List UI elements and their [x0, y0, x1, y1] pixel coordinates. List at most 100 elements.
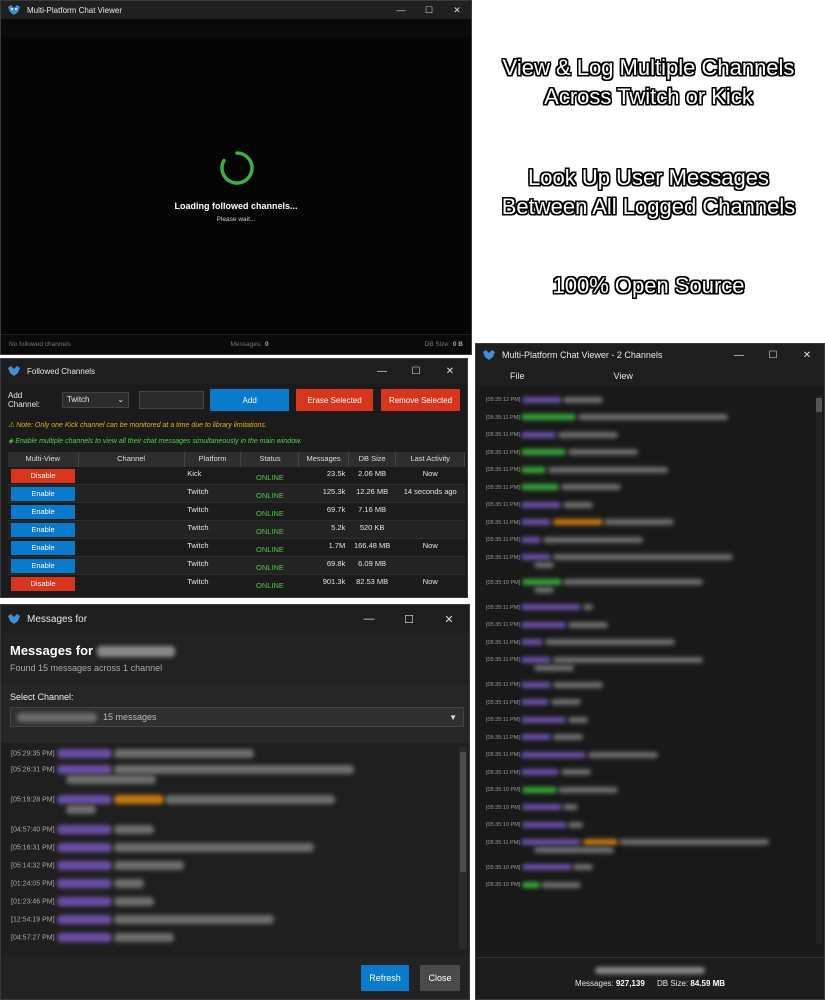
column-header[interactable]: Multi-View — [8, 452, 79, 466]
column-header[interactable]: Messages — [298, 452, 349, 466]
promo-line-5: 100% Open Source — [552, 273, 745, 298]
toggle-multi-view-button[interactable]: Enable — [11, 558, 75, 573]
redacted-username — [521, 449, 567, 456]
redacted-message — [560, 484, 621, 491]
redacted-message — [165, 795, 336, 804]
column-header[interactable]: Platform — [184, 452, 242, 466]
message-list[interactable]: [05:29:35 PM] [05:26:31 PM] [05:19:28 PM… — [1, 743, 469, 957]
status-db-label: DB Size: — [424, 341, 450, 348]
redacted-username — [56, 897, 112, 906]
toggle-multi-view-button[interactable]: Enable — [11, 504, 75, 519]
chat-line: [05:35:11 PM] — [486, 554, 806, 570]
timestamp: [05:35:11 PM] — [486, 519, 520, 526]
redacted-message — [562, 501, 593, 508]
column-header[interactable]: DB Size — [348, 452, 397, 466]
toggle-multi-view-button[interactable]: Enable — [11, 540, 75, 555]
chat-line: [05:35:10 PM] — [486, 864, 806, 872]
timestamp: [05:35:10 PM] — [486, 787, 521, 793]
status-cell: ONLINE — [240, 537, 299, 556]
redacted-message — [113, 843, 314, 852]
timestamp: [05:35:11 PM] — [486, 414, 520, 421]
loading-title: Loading followed channels... — [174, 201, 298, 211]
close-icon[interactable]: ✕ — [433, 359, 467, 383]
redacted-message — [567, 449, 638, 456]
table-row[interactable]: Disable Kick ONLINE 23.5k 2.06 MB Now — [8, 465, 465, 484]
toggle-multi-view-button[interactable]: Disable — [11, 468, 75, 483]
platform-select[interactable]: Twitch ⌄ — [61, 392, 130, 408]
chat-line: [05:35:11 PM] — [486, 466, 806, 474]
redacted-message — [534, 664, 574, 671]
messages-cell: 23.5k — [298, 465, 349, 484]
table-row[interactable]: Enable Twitch ONLINE 69.8k 6.09 MB — [8, 555, 465, 574]
redacted-message — [577, 414, 728, 421]
add-button[interactable]: Add — [210, 389, 290, 411]
close-icon[interactable]: ✕ — [429, 605, 469, 633]
close-button[interactable]: Close — [420, 965, 460, 991]
multi-view-cell: Enable — [8, 537, 78, 556]
table-row[interactable]: Enable Twitch ONLINE 69.7k 7.16 MB — [8, 501, 465, 520]
vertical-scrollbar[interactable] — [816, 396, 822, 944]
column-header[interactable]: Status — [240, 452, 300, 466]
redacted-username — [521, 656, 552, 663]
redacted-mention — [113, 795, 164, 804]
close-icon[interactable]: ✕ — [790, 344, 824, 366]
timestamp: [05:35:11 PM] — [486, 449, 520, 456]
multi-view-cell: Enable — [8, 483, 78, 502]
chat-message-area[interactable]: [05:35:12 PM] [05:35:11 PM] [05:35:11 PM… — [476, 392, 824, 952]
timestamp: [05:35:11 PM] — [486, 432, 520, 438]
toggle-multi-view-button[interactable]: Enable — [11, 486, 75, 501]
multi-view-note: ◈ Enable multiple channels to view all t… — [8, 437, 302, 445]
redacted-username — [56, 861, 112, 870]
refresh-button[interactable]: Refresh — [361, 965, 409, 991]
chat-line: [05:35:11 PM] — [486, 414, 806, 422]
remove-selected-button[interactable]: Remove Selected — [381, 389, 460, 411]
timestamp: [05:35:11 PM] — [486, 639, 520, 646]
channel-name-input[interactable] — [139, 391, 205, 409]
chat-line: [05:35:11 PM] — [486, 621, 806, 629]
table-row[interactable]: Disable Twitch ONLINE 901.3k 82.53 MB Now — [8, 573, 465, 592]
scrollbar-thumb[interactable] — [816, 398, 822, 412]
maximize-icon[interactable]: ☐ — [399, 359, 433, 383]
channel-cell — [78, 537, 185, 556]
close-icon[interactable]: ✕ — [443, 1, 471, 19]
toggle-multi-view-button[interactable]: Enable — [11, 522, 75, 537]
minimize-icon[interactable]: — — [387, 1, 415, 19]
status-cell: ONLINE — [240, 465, 299, 484]
promo-panel: View & Log Multiple Channels Across Twit… — [472, 0, 825, 343]
maximize-icon[interactable]: ☐ — [389, 605, 429, 633]
redacted-mention — [552, 519, 603, 526]
platform-select-value: Twitch — [66, 395, 90, 404]
channel-select[interactable]: 15 messages ▼ — [10, 707, 464, 727]
maximize-icon[interactable]: ☐ — [415, 1, 443, 19]
table-row[interactable]: Enable Twitch ONLINE 125.3k 12.26 MB 14 secon… — [8, 483, 465, 502]
erase-selected-button[interactable]: Erase Selected — [296, 389, 374, 411]
redacted-message — [560, 769, 591, 776]
column-header[interactable]: Last Activity — [395, 452, 465, 466]
redacted-message — [552, 656, 703, 663]
redacted-message — [534, 587, 554, 594]
table-row[interactable]: Enable Twitch ONLINE 1.7M 166.48 MB Now — [8, 537, 465, 556]
menu-view[interactable]: View — [614, 371, 633, 381]
messages-cell: 901.3k — [298, 573, 349, 592]
redacted-message — [66, 775, 156, 785]
maximize-icon[interactable]: ☐ — [756, 344, 790, 366]
table-row[interactable]: Enable Twitch ONLINE 5.2k 520 KB — [8, 519, 465, 538]
last-activity-cell — [395, 519, 465, 538]
column-header[interactable]: Channel — [78, 452, 185, 466]
app-icon — [8, 366, 20, 376]
last-activity-cell — [395, 555, 465, 574]
vertical-scrollbar[interactable] — [459, 747, 467, 949]
window-title: Messages for — [27, 613, 88, 625]
menu-file[interactable]: File — [510, 371, 525, 381]
scrollbar-thumb[interactable] — [460, 752, 466, 872]
minimize-icon[interactable]: — — [722, 344, 756, 366]
redacted-message — [113, 749, 254, 758]
chat-line: [05:35:11 PM] — [486, 716, 806, 724]
toggle-multi-view-button[interactable]: Disable — [11, 576, 75, 591]
list-item: [12:54:19 PM] — [11, 915, 451, 925]
redacted-message — [558, 786, 619, 793]
minimize-icon[interactable]: — — [349, 605, 389, 633]
redacted-message — [582, 604, 593, 611]
channel-cell — [78, 555, 185, 574]
minimize-icon[interactable]: — — [365, 359, 399, 383]
